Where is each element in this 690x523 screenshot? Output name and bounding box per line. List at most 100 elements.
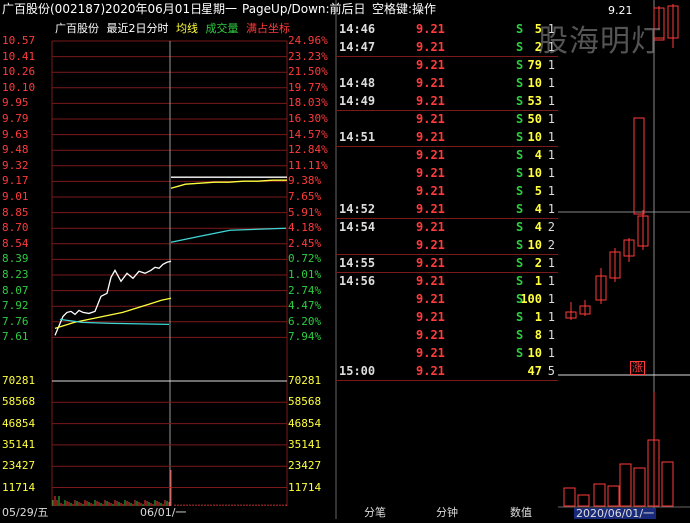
trade-row[interactable]: 9.21 10 S 1 [336, 344, 558, 362]
trade-row[interactable]: 9.21 4 S 1 [336, 146, 558, 164]
trade-row[interactable]: 9.21 10 S 1 [336, 164, 558, 182]
trade-price: 9.21 [416, 292, 445, 306]
trade-side: S [516, 112, 524, 126]
x-label-day1: 05/29/五 [2, 506, 49, 519]
trade-count: 1 [547, 202, 555, 216]
chart-lines [54, 176, 287, 336]
trade-volume: 5 [534, 184, 542, 198]
mini-volume-bar [661, 461, 674, 507]
trade-side: S [516, 22, 524, 36]
trade-time: 14:49 [339, 94, 376, 108]
trade-volume: 100 [520, 292, 542, 306]
trade-side: S [516, 40, 524, 54]
tab-shuzhi[interactable]: 数值 [510, 507, 532, 519]
mini-volume-bar [593, 483, 606, 507]
trade-separator [336, 380, 558, 381]
trade-volume: 79 [527, 58, 542, 72]
trade-price: 9.21 [416, 148, 445, 162]
trade-volume: 10 [527, 76, 542, 90]
trade-count: 1 [547, 292, 555, 306]
trade-count: 1 [547, 76, 555, 90]
trade-price: 9.21 [416, 184, 445, 198]
trade-count: 1 [547, 166, 555, 180]
trade-side: S [516, 148, 524, 162]
trade-separator [336, 110, 558, 111]
trade-row[interactable]: 14:54 9.21 4 S 2 [336, 218, 558, 236]
tab-fenbi[interactable]: 分笔 [364, 507, 386, 519]
trade-side: S [516, 238, 524, 252]
legend-avg[interactable]: 均线 [176, 22, 198, 35]
trade-row[interactable]: 9.21 1 S 1 [336, 308, 558, 326]
trade-side: S [516, 220, 524, 234]
trade-side: S [516, 256, 524, 270]
space-hint: 空格键:操作 [372, 2, 437, 16]
trade-row[interactable]: 14:56 9.21 1 S 1 [336, 272, 558, 290]
trade-separator [336, 272, 558, 273]
trade-row[interactable]: 14:52 9.21 4 S 1 [336, 200, 558, 218]
trade-time: 14:52 [339, 202, 376, 216]
trade-row[interactable]: 9.21 8 S 1 [336, 326, 558, 344]
trade-row[interactable]: 14:46 9.21 5 S 1 [336, 20, 558, 38]
trade-price: 9.21 [416, 256, 445, 270]
tick-trade-list[interactable]: 14:46 9.21 5 S 1 14:47 9.21 2 S 1 9.21 79… [336, 18, 558, 508]
trade-price: 9.21 [416, 274, 445, 288]
trade-volume: 10 [527, 346, 542, 360]
trade-row[interactable]: 14:47 9.21 2 S 1 [336, 38, 558, 56]
mini-volume-bar [607, 485, 620, 507]
trade-row[interactable]: 15:00 9.21 47 5 [336, 362, 558, 380]
trade-count: 2 [547, 220, 555, 234]
trade-price: 9.21 [416, 238, 445, 252]
trade-side: S [516, 58, 524, 72]
trade-volume: 47 [527, 364, 542, 378]
trade-price: 9.21 [416, 166, 445, 180]
trade-time: 14:55 [339, 256, 376, 270]
trade-row[interactable]: 9.21 50 S 1 [336, 110, 558, 128]
trade-count: 1 [547, 148, 555, 162]
trade-row[interactable]: 9.21 5 S 1 [336, 182, 558, 200]
trade-volume: 5 [534, 22, 542, 36]
trade-price: 9.21 [416, 22, 445, 36]
legend-mode[interactable]: 最近2日分时 [107, 22, 169, 35]
legend-full-scale[interactable]: 满占坐标 [246, 22, 290, 35]
trade-volume: 50 [527, 112, 542, 126]
x-axis-labels: 05/29/五 06/01/一 [0, 506, 340, 519]
zhang-badge: 涨 [630, 361, 645, 375]
legend-vol[interactable]: 成交量 [206, 22, 239, 35]
trade-side: S [516, 202, 524, 216]
trade-side: S [516, 184, 524, 198]
trade-row[interactable]: 9.21 10 S 2 [336, 236, 558, 254]
trade-separator [336, 146, 558, 147]
trade-row[interactable]: 14:49 9.21 53 S 1 [336, 92, 558, 110]
trade-row[interactable]: 14:48 9.21 10 S 1 [336, 74, 558, 92]
trade-count: 1 [547, 130, 555, 144]
mini-volume-bar [633, 467, 646, 507]
trade-count: 1 [547, 184, 555, 198]
trade-side: S [516, 94, 524, 108]
trade-side: S [516, 130, 524, 144]
mini-kline-chart [558, 0, 690, 519]
trade-row[interactable]: 9.21 100 S 1 [336, 290, 558, 308]
trade-side: S [516, 274, 524, 288]
trade-volume: 4 [534, 148, 542, 162]
trade-row[interactable]: 14:55 9.21 2 S 1 [336, 254, 558, 272]
trade-row[interactable]: 9.21 79 S 1 [336, 56, 558, 74]
tab-fenzhong[interactable]: 分钟 [436, 507, 458, 519]
trade-row[interactable]: 14:51 9.21 10 S 1 [336, 128, 558, 146]
trade-price: 9.21 [416, 220, 445, 234]
trade-time: 14:46 [339, 22, 376, 36]
trade-price: 9.21 [416, 58, 445, 72]
trade-side: S [516, 328, 524, 342]
trade-count: 1 [547, 112, 555, 126]
chart-legend: 广百股份 最近2日分时 均线 成交量 满占坐标 [55, 22, 294, 36]
trade-side: S [516, 166, 524, 180]
trade-price: 9.21 [416, 76, 445, 90]
trade-volume: 2 [534, 256, 542, 270]
trade-price: 9.21 [416, 310, 445, 324]
trade-volume: 4 [534, 220, 542, 234]
trade-price: 9.21 [416, 346, 445, 360]
trade-time: 14:51 [339, 130, 376, 144]
mini-kline-panel[interactable]: 9.21 涨 2020/06/01/一 [558, 0, 690, 519]
trade-count: 1 [547, 274, 555, 288]
trade-volume: 10 [527, 130, 542, 144]
intraday-chart[interactable] [0, 0, 340, 519]
